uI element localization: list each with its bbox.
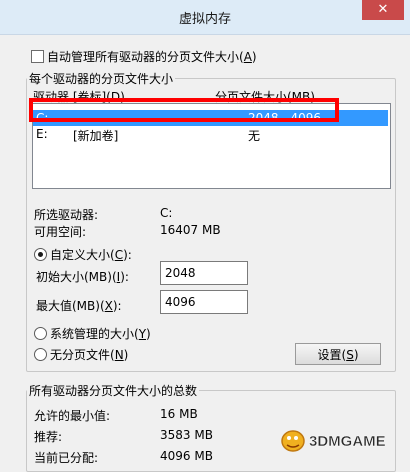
drive-row-e[interactable]: E: [新加卷] 无 — [33, 126, 388, 143]
auto-manage-label[interactable]: 自动管理所有驱动器的分页文件大小(A) — [47, 48, 257, 65]
system-managed-radio[interactable] — [34, 327, 47, 340]
system-managed-label[interactable]: 系统管理的大小(Y) — [50, 325, 151, 342]
window-title: 虚拟内存 — [178, 12, 231, 27]
initial-size-label: 初始大小(MB)(I): — [36, 270, 129, 284]
drive-paging-size: 无 — [248, 129, 261, 143]
watermark-text: 3DMGAME — [309, 433, 386, 450]
max-size-input[interactable]: 4096 — [160, 290, 248, 314]
custom-size-label[interactable]: 自定义大小(C): — [50, 246, 132, 263]
current-allocated-label: 当前已分配: — [34, 451, 99, 465]
set-button[interactable]: 设置(S) — [295, 343, 381, 365]
recommended-label: 推荐: — [34, 430, 63, 444]
red-highlight-box — [29, 98, 339, 122]
no-paging-label[interactable]: 无分页文件(N) — [50, 346, 128, 363]
free-space-label: 可用空间: — [34, 225, 87, 239]
drive-letter: E: — [36, 127, 48, 141]
max-size-label: 最大值(MB)(X): — [36, 299, 122, 313]
initial-size-input[interactable]: 2048 — [160, 261, 248, 285]
dragon-logo-icon: 3DMGAME — [281, 430, 386, 452]
no-paging-radio[interactable] — [34, 348, 47, 361]
custom-size-radio[interactable] — [34, 248, 47, 261]
watermark-logo: 3DMGAME — [279, 425, 404, 455]
selected-drive-value: C: — [160, 206, 173, 220]
min-allowed-label: 允许的最小值: — [34, 409, 111, 423]
per-drive-group-title: 每个驱动器的分页文件大小 — [27, 70, 176, 87]
close-button[interactable]: ✕ — [362, 0, 404, 20]
free-space-value: 16407 MB — [160, 223, 221, 237]
recommended-value: 3583 MB — [160, 428, 213, 442]
min-allowed-value: 16 MB — [160, 407, 198, 421]
drive-volume-label: [新加卷] — [73, 129, 119, 143]
auto-manage-checkbox[interactable] — [31, 50, 44, 63]
title-bar: 虚拟内存 ✕ — [0, 0, 410, 35]
totals-group-title: 所有驱动器分页文件大小的总数 — [27, 382, 200, 399]
selected-drive-label: 所选驱动器: — [34, 208, 99, 222]
